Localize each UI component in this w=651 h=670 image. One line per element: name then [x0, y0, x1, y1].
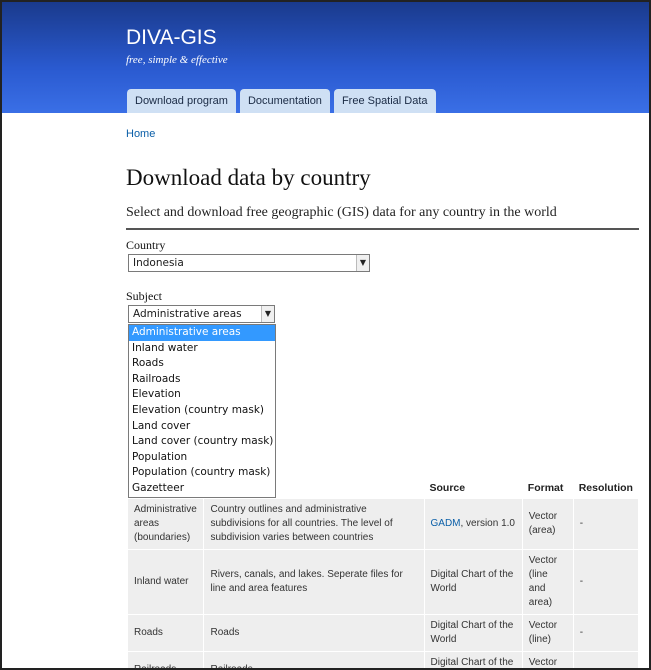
column-header-source: Source	[424, 477, 523, 499]
page-subtitle: Select and download free geographic (GIS…	[126, 205, 557, 220]
subject-option[interactable]: Administrative areas	[129, 325, 275, 341]
cell-resolution: -	[573, 651, 640, 668]
subject-label: Subject	[126, 289, 162, 303]
subject-select-value: Administrative areas	[133, 308, 242, 320]
table-row: Administrative areas (boundaries) Countr…	[128, 499, 640, 550]
chevron-down-icon[interactable]: ▼	[356, 255, 369, 271]
table-row: Railroads Railroads Digital Chart of the…	[128, 651, 640, 668]
country-label: Country	[126, 238, 166, 252]
source-version: , version 1.0	[460, 518, 515, 529]
cell-resolution: -	[573, 499, 640, 550]
subject-option[interactable]: Land cover (country mask)	[129, 434, 275, 450]
cell-format: Vector (line)	[522, 651, 574, 668]
cell-source: Digital Chart of the World	[424, 614, 523, 652]
browser-frame: DIVA-GIS free, simple & effective Downlo…	[0, 0, 651, 670]
table-row: Inland water Rivers, canals, and lakes. …	[128, 549, 640, 615]
country-select-value: Indonesia	[133, 257, 184, 269]
cell-source: GADM, version 1.0	[424, 499, 523, 550]
cell-format: Vector (line)	[522, 614, 574, 652]
cell-description: Rivers, canals, and lakes. Seperate file…	[203, 549, 425, 615]
cell-source: Digital Chart of the World	[424, 549, 523, 615]
chevron-down-icon[interactable]: ▼	[261, 306, 274, 322]
tab-download-program[interactable]: Download program	[127, 89, 236, 113]
subject-option[interactable]: Population	[129, 450, 275, 466]
cell-format: Vector (line and area)	[522, 549, 574, 615]
page-title: Download data by country	[126, 165, 371, 190]
cell-subject: Roads	[128, 614, 205, 652]
data-table: Source Format Resolution Administrative …	[128, 477, 640, 668]
cell-description: Railroads	[203, 651, 425, 668]
subject-option[interactable]: Gazetteer	[129, 481, 275, 497]
table-row: Roads Roads Digital Chart of the World V…	[128, 614, 640, 652]
subject-select[interactable]: Administrative areas ▼	[128, 305, 275, 323]
subject-option[interactable]: Population (country mask)	[129, 465, 275, 481]
primary-tabs: Download program Documentation Free Spat…	[127, 89, 436, 113]
tab-documentation[interactable]: Documentation	[239, 89, 330, 113]
subject-option[interactable]: Elevation (country mask)	[129, 403, 275, 419]
subject-option[interactable]: Land cover	[129, 419, 275, 435]
divider	[126, 228, 639, 230]
cell-subject: Administrative areas (boundaries)	[128, 499, 205, 550]
cell-description: Roads	[203, 614, 425, 652]
subject-option[interactable]: Inland water	[129, 341, 275, 357]
site-slogan: free, simple & effective	[126, 54, 228, 66]
subject-option[interactable]: Elevation	[129, 387, 275, 403]
column-header-format: Format	[522, 477, 574, 499]
subject-option[interactable]: Roads	[129, 356, 275, 372]
gadm-link[interactable]: GADM	[431, 518, 461, 529]
cell-subject: Inland water	[128, 549, 205, 615]
tab-free-spatial-data[interactable]: Free Spatial Data	[333, 89, 436, 113]
site-header: DIVA-GIS free, simple & effective Downlo…	[2, 2, 649, 113]
subject-option[interactable]: Railroads	[129, 372, 275, 388]
cell-resolution: -	[573, 549, 640, 615]
breadcrumb-home[interactable]: Home	[126, 128, 155, 140]
cell-subject: Railroads	[128, 651, 205, 668]
site-title[interactable]: DIVA-GIS	[126, 26, 217, 50]
cell-format: Vector (area)	[522, 499, 574, 550]
country-select[interactable]: Indonesia ▼	[128, 254, 370, 272]
cell-description: Country outlines and administrative subd…	[203, 499, 425, 550]
cell-source: Digital Chart of the World	[424, 651, 523, 668]
subject-dropdown-list: Administrative areas Inland water Roads …	[128, 324, 276, 498]
cell-resolution: -	[573, 614, 640, 652]
column-header-resolution: Resolution	[573, 477, 640, 499]
